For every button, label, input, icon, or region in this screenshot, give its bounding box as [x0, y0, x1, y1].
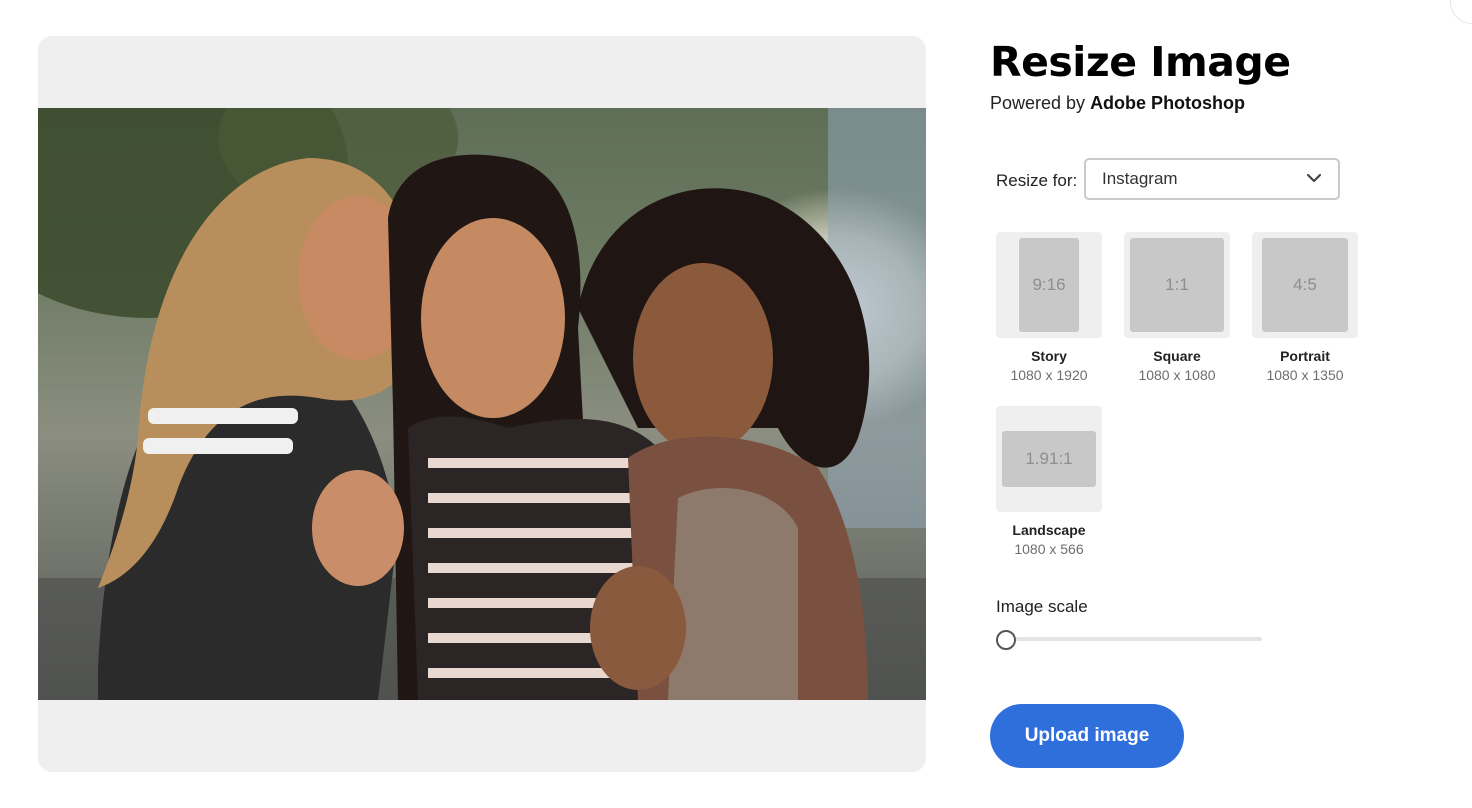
option-dims: 1080 x 1080: [1138, 367, 1216, 383]
ratio-preview: 1.91:1: [1002, 431, 1096, 487]
upload-image-button[interactable]: Upload image: [990, 704, 1184, 768]
option-dims: 1080 x 1920: [1010, 367, 1088, 383]
resize-for-label: Resize for:: [996, 171, 1078, 190]
image-preview-panel: [38, 36, 926, 772]
option-portrait-card: 4:5: [1252, 232, 1358, 338]
corner-button[interactable]: [1450, 0, 1472, 24]
option-name: Square: [1153, 348, 1201, 364]
option-name: Story: [1031, 348, 1067, 364]
option-square[interactable]: 1:1 Square 1080 x 1080: [1124, 232, 1230, 383]
powered-by-prefix: Powered by: [990, 93, 1091, 113]
page-title: Resize Image: [990, 38, 1291, 86]
image-scale-label: Image scale: [996, 597, 1088, 616]
powered-by-brand: Adobe Photoshop: [1090, 93, 1246, 113]
option-name: Landscape: [1012, 522, 1086, 538]
option-portrait[interactable]: 4:5 Portrait 1080 x 1350: [1252, 232, 1358, 383]
option-landscape[interactable]: 1.91:1 Landscape 1080 x 566: [996, 406, 1102, 557]
preview-photo: [38, 108, 926, 700]
option-dims: 1080 x 566: [1014, 541, 1084, 557]
powered-by: Powered by Adobe Photoshop: [990, 93, 1245, 114]
option-name: Portrait: [1280, 348, 1330, 364]
option-story-card: 9:16: [996, 232, 1102, 338]
resize-for-value: Instagram: [1102, 169, 1178, 188]
ratio-preview: 9:16: [1019, 238, 1079, 332]
option-square-card: 1:1: [1124, 232, 1230, 338]
option-story[interactable]: 9:16 Story 1080 x 1920: [996, 232, 1102, 383]
ratio-preview: 1:1: [1130, 238, 1224, 332]
photo-illustration: [38, 108, 926, 700]
resize-for-select[interactable]: Instagram: [1084, 158, 1340, 200]
option-landscape-card: 1.91:1: [996, 406, 1102, 512]
chevron-down-icon: [1306, 173, 1322, 183]
option-dims: 1080 x 1350: [1266, 367, 1344, 383]
image-scale-handle[interactable]: [996, 630, 1016, 650]
resize-image-page: Resize Image Powered by Adobe Photoshop …: [0, 0, 1472, 808]
image-scale-track[interactable]: [1016, 637, 1262, 641]
ratio-preview: 4:5: [1262, 238, 1348, 332]
